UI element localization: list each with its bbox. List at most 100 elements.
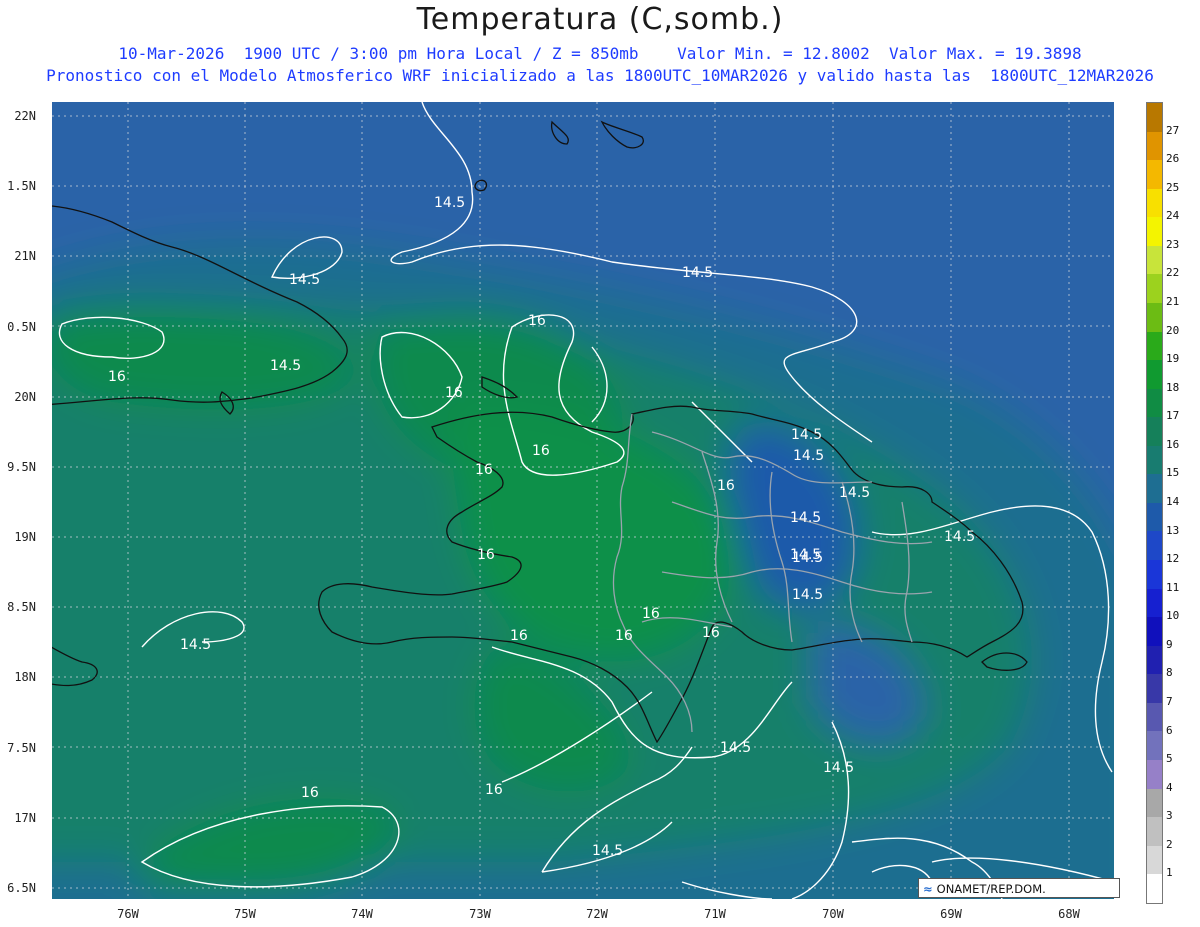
contour-label: 16 — [642, 606, 660, 622]
colorbar-label: 5 — [1166, 752, 1173, 766]
contour-label: 16 — [717, 478, 735, 494]
contour-label: 14.5 — [791, 427, 822, 443]
contour-label: 16 — [528, 313, 546, 329]
map-svg: 14.5 14.5 14.5 14.5 16 16 16 16 14.5 14.… — [52, 102, 1114, 899]
lon-label: 72W — [586, 907, 608, 921]
contour-label: 14.5 — [289, 272, 320, 288]
colorbar-label: 9 — [1166, 637, 1173, 651]
colorbar-segment — [1147, 103, 1162, 132]
colorbar-label: 11 — [1166, 580, 1180, 594]
colorbar-segment — [1147, 645, 1162, 675]
colorbar-label: 8 — [1166, 666, 1173, 680]
colorbar-segment — [1147, 874, 1162, 903]
contour-label: 16 — [445, 385, 463, 401]
colorbar-label: 15 — [1166, 466, 1180, 480]
colorbar-segment — [1147, 502, 1162, 532]
colorbar-segment — [1147, 417, 1162, 446]
colorbar-label: 23 — [1166, 237, 1180, 251]
lon-label: 68W — [1058, 907, 1080, 921]
lat-label: 19N — [14, 530, 36, 544]
colorbar-segment — [1147, 759, 1162, 789]
lon-label: 74W — [351, 907, 373, 921]
lon-label: 76W — [117, 907, 139, 921]
contour-label: 14.5 — [682, 265, 713, 281]
colorbar-label: 14 — [1166, 495, 1180, 508]
contour-label: 16 — [615, 628, 633, 644]
contour-label: 14.5 — [592, 843, 623, 859]
lat-label: 6.5N — [7, 881, 36, 895]
colorbar-segment — [1147, 531, 1162, 560]
colorbar-label: 13 — [1166, 523, 1180, 537]
lon-label: 69W — [940, 907, 962, 921]
lat-label: 18N — [14, 670, 36, 684]
colorbar-segment — [1147, 274, 1162, 303]
contour-label: 16 — [477, 547, 495, 563]
onamet-logo-icon: ≈ — [923, 882, 933, 896]
lat-label: 8.5N — [7, 600, 36, 614]
lon-label: 70W — [822, 907, 844, 921]
colorbar-segment — [1147, 302, 1162, 332]
colorbar-segment — [1147, 588, 1162, 618]
lat-label: 17N — [14, 811, 36, 825]
lat-label: 1.5N — [7, 179, 36, 193]
colorbar-label: 19 — [1166, 352, 1180, 366]
contour-label: 16 — [475, 462, 493, 478]
colorbar-segment — [1147, 617, 1162, 646]
map-title: Temperatura (C,somb.) — [416, 2, 784, 37]
lat-label: 21N — [14, 249, 36, 263]
lon-label: 75W — [234, 907, 256, 921]
temperature-map[interactable]: 14.5 14.5 14.5 14.5 16 16 16 16 14.5 14.… — [52, 102, 1114, 899]
lon-label: 71W — [704, 907, 726, 921]
colorbar-label: 4 — [1166, 780, 1173, 794]
colorbar-label: 27 — [1166, 123, 1180, 137]
lat-label: 20N — [14, 390, 36, 404]
colorbar-label: 1 — [1166, 866, 1173, 880]
model-info-line: Pronostico con el Modelo Atmosferico WRF… — [46, 66, 1154, 85]
colorbar-segment — [1147, 731, 1162, 760]
colorbar-label: 20 — [1166, 323, 1180, 337]
colorbar-segment — [1147, 560, 1162, 589]
contour-label: 14.5 — [823, 760, 854, 776]
colorbar-segment — [1147, 845, 1162, 875]
colorbar-label: 18 — [1166, 380, 1180, 394]
colorbar-label: 7 — [1166, 695, 1173, 708]
colorbar-segment — [1147, 188, 1162, 218]
colorbar-segment — [1147, 674, 1162, 703]
colorbar-segment — [1147, 445, 1162, 475]
lat-label: 9.5N — [7, 460, 36, 474]
colorbar-label: 26 — [1166, 152, 1180, 166]
contour-label: 14.5 — [839, 485, 870, 501]
colorbar-segment — [1147, 474, 1162, 503]
colorbar-label: 17 — [1166, 409, 1180, 423]
contour-label: 16 — [108, 369, 126, 385]
contour-label: 16 — [510, 628, 528, 644]
lat-label: 22N — [14, 109, 36, 123]
lat-label: 7.5N — [7, 741, 36, 755]
contour-label: 14.5 — [180, 637, 211, 653]
contour-label: 14.5 — [792, 550, 823, 566]
temperature-colorbar — [1146, 102, 1163, 904]
colorbar-segment — [1147, 788, 1162, 818]
contour-label: 14.5 — [270, 358, 301, 374]
contour-label: 14.5 — [944, 529, 975, 545]
colorbar-label: 2 — [1166, 837, 1173, 851]
contour-label: 14.5 — [720, 740, 751, 756]
contour-label: 14.5 — [434, 195, 465, 211]
forecast-time-line: 10-Mar-2026 1900 UTC / 3:00 pm Hora Loca… — [118, 44, 1082, 63]
colorbar-segment — [1147, 388, 1162, 418]
colorbar-segment — [1147, 360, 1162, 389]
colorbar-segment — [1147, 131, 1162, 161]
credit-box: ≈ ONAMET/REP.DOM. — [918, 878, 1120, 898]
colorbar-label: 12 — [1166, 552, 1180, 566]
colorbar-label: 24 — [1166, 209, 1180, 223]
colorbar-label: 6 — [1166, 723, 1173, 737]
colorbar-label: 25 — [1166, 180, 1180, 194]
contour-label: 14.5 — [793, 448, 824, 464]
credit-text: ONAMET/REP.DOM. — [936, 882, 1046, 896]
contour-label: 16 — [301, 785, 319, 801]
colorbar-segment — [1147, 217, 1162, 246]
colorbar-segment — [1147, 245, 1162, 275]
contour-label: 14.5 — [792, 587, 823, 603]
colorbar-segment — [1147, 160, 1162, 189]
colorbar-segment — [1147, 817, 1162, 846]
